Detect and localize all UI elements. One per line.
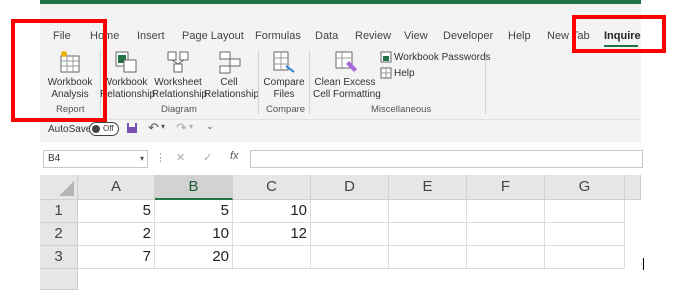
group-label-diagram: Diagram <box>161 104 197 115</box>
group-label-miscellaneous: Miscellaneous <box>371 104 432 115</box>
clean-excess-label-line2: Cell Formatting <box>313 89 381 100</box>
redo-dropdown-icon[interactable]: ▾ <box>189 122 193 131</box>
toggle-knob <box>92 125 100 133</box>
cell-c2[interactable]: 12 <box>233 223 311 246</box>
row-header-4[interactable] <box>40 269 78 290</box>
compare-files-icon <box>273 51 295 73</box>
group-separator <box>258 50 259 114</box>
cell-relationship-label-line1: Cell <box>220 77 238 88</box>
row-header-2[interactable]: 2 <box>40 223 78 246</box>
cell-c3[interactable] <box>233 246 311 269</box>
tab-view[interactable]: View <box>404 30 428 42</box>
row-header-1[interactable]: 1 <box>40 200 78 223</box>
group-separator <box>485 50 486 114</box>
cell-relationship-icon <box>219 51 241 74</box>
worksheet-relationship-label-line2: Relationship <box>152 89 208 100</box>
tab-help[interactable]: Help <box>508 30 531 42</box>
tab-page-layout[interactable]: Page Layout <box>182 30 244 42</box>
cell-g2[interactable] <box>545 223 625 246</box>
autosave-label: AutoSave <box>48 124 92 135</box>
cell-b2[interactable]: 10 <box>155 223 233 246</box>
cell-b1[interactable]: 5 <box>155 200 233 223</box>
formula-input[interactable] <box>250 150 643 168</box>
column-header-e[interactable]: E <box>389 175 467 200</box>
column-header-c[interactable]: C <box>233 175 311 200</box>
tab-insert[interactable]: Insert <box>137 30 165 42</box>
workbook-passwords-label: Workbook Passwords <box>394 52 491 63</box>
cell-a3[interactable]: 7 <box>78 246 155 269</box>
worksheet-relationship-icon <box>167 51 189 73</box>
cell-c1[interactable]: 10 <box>233 200 311 223</box>
clean-excess-label-line1: Clean Excess <box>314 77 376 88</box>
cell-f3[interactable] <box>467 246 545 269</box>
worksheet-relationship-label-line1: Worksheet <box>154 77 202 88</box>
cell-e3[interactable] <box>389 246 467 269</box>
cell-g1[interactable] <box>545 200 625 223</box>
tab-formulas[interactable]: Formulas <box>255 30 301 42</box>
save-icon[interactable] <box>126 122 138 134</box>
compare-files-label-line2: Files <box>273 89 295 100</box>
name-box-dropdown-icon[interactable]: ▾ <box>140 151 144 167</box>
cell-f1[interactable] <box>467 200 545 223</box>
help-label: Help <box>394 68 415 79</box>
tab-review[interactable]: Review <box>355 30 391 42</box>
undo-dropdown-icon[interactable]: ▾ <box>161 122 165 131</box>
cell-relationship-label-line2: Relationship <box>204 89 260 100</box>
column-header-f[interactable]: F <box>467 175 545 200</box>
name-box[interactable]: B4 ▾ <box>43 150 148 168</box>
tab-data[interactable]: Data <box>315 30 338 42</box>
customize-qat-icon[interactable]: ⌄ <box>206 121 214 132</box>
highlight-box-inquire-tab <box>572 15 666 53</box>
autosave-state: Off <box>103 124 114 133</box>
row-header-3[interactable]: 3 <box>40 246 78 269</box>
cell-e1[interactable] <box>389 200 467 223</box>
cell-g3[interactable] <box>545 246 625 269</box>
column-header-g[interactable]: G <box>545 175 625 200</box>
autosave-toggle[interactable]: Off <box>89 122 119 136</box>
redo-icon[interactable]: ↷ <box>176 120 187 136</box>
workbook-relationship-icon <box>115 51 137 73</box>
cancel-entry-icon[interactable]: ✕ <box>176 151 185 164</box>
more-options-icon: ⋮ <box>155 152 166 164</box>
cell-b3[interactable]: 20 <box>155 246 233 269</box>
tab-developer[interactable]: Developer <box>443 30 493 42</box>
column-header-d[interactable]: D <box>311 175 389 200</box>
group-label-compare: Compare <box>266 104 306 115</box>
insert-function-icon[interactable]: fx <box>230 150 239 162</box>
cell-d3[interactable] <box>311 246 389 269</box>
cell-f2[interactable] <box>467 223 545 246</box>
workbook-relationship-label-line1: Workbook <box>102 77 148 88</box>
cell-a2[interactable]: 2 <box>78 223 155 246</box>
workbook-passwords-icon <box>380 51 392 63</box>
cell-a1[interactable]: 5 <box>78 200 155 223</box>
undo-icon[interactable]: ↶ <box>148 120 159 136</box>
cell-d1[interactable] <box>311 200 389 223</box>
compare-files-label-line1: Compare <box>263 77 305 88</box>
highlight-box-workbook-analysis <box>11 19 107 122</box>
column-header-a[interactable]: A <box>78 175 155 200</box>
workbook-relationship-label-line2: Relationship <box>100 89 156 100</box>
cell-e2[interactable] <box>389 223 467 246</box>
clean-formatting-icon <box>335 51 357 72</box>
column-header-b[interactable]: B <box>155 175 233 200</box>
help-icon <box>380 67 392 79</box>
select-all-corner[interactable] <box>40 175 78 200</box>
cell-d2[interactable] <box>311 223 389 246</box>
text-cursor <box>643 258 644 270</box>
confirm-entry-icon[interactable]: ✓ <box>203 151 212 164</box>
column-header-h[interactable] <box>625 175 641 200</box>
group-separator <box>309 50 310 114</box>
name-box-value: B4 <box>48 153 61 164</box>
